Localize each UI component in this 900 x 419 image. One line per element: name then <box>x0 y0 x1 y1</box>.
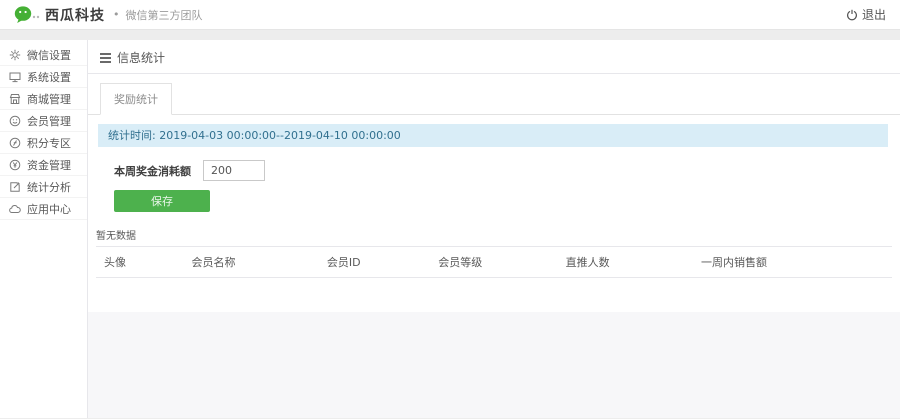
bonus-form-row: 本周奖金消耗额 <box>114 160 900 181</box>
statistics-period-infobar: 统计时间: 2019-04-03 00:00:00--2019-04-10 00… <box>98 124 888 147</box>
col-header-member-id: 会员ID <box>318 246 431 278</box>
sidebar-item-member-management[interactable]: 会员管理 <box>0 110 87 132</box>
sidebar-item-label: 积分专区 <box>27 136 71 150</box>
member-icon <box>9 115 21 127</box>
sidebar-item-label: 商城管理 <box>27 92 71 106</box>
sidebar-item-statistics[interactable]: 统计分析 <box>0 176 87 198</box>
col-header-member-name: 会员名称 <box>183 246 319 278</box>
sidebar-item-wechat-settings[interactable]: 微信设置 <box>0 44 87 66</box>
col-header-avatar: 头像 <box>96 246 184 278</box>
brand: 西瓜科技 • 微信第三方团队 <box>14 5 203 25</box>
brand-separator: • <box>113 8 120 21</box>
member-stats-table: 头像 会员名称 会员ID 会员等级 直推人数 一周内销售额 <box>96 246 892 278</box>
sidebar-item-label: 微信设置 <box>27 48 71 62</box>
tab-reward-statistics[interactable]: 奖励统计 <box>100 83 172 115</box>
brand-subtitle: 微信第三方团队 <box>125 8 203 22</box>
desktop-icon <box>9 71 21 83</box>
page-title: 信息统计 <box>117 51 166 65</box>
points-icon <box>9 137 21 149</box>
col-header-member-level: 会员等级 <box>430 246 558 278</box>
sidebar-item-funds-management[interactable]: 资金管理 <box>0 154 87 176</box>
sidebar-item-label: 应用中心 <box>27 202 71 216</box>
bonus-field-label: 本周奖金消耗额 <box>114 164 191 178</box>
page-title-bar: 信息统计 <box>88 40 900 74</box>
col-header-weekly-sales: 一周内销售额 <box>692 246 892 278</box>
gear-icon <box>9 49 21 61</box>
logout-label: 退出 <box>861 8 886 22</box>
cloud-icon <box>9 203 21 215</box>
wechat-logo-icon <box>14 5 40 25</box>
power-icon <box>846 9 858 21</box>
list-icon <box>100 51 111 65</box>
logout-button[interactable]: 退出 <box>846 6 886 23</box>
sidebar-item-label: 系统设置 <box>27 70 71 84</box>
col-header-direct-referrals: 直推人数 <box>557 246 693 278</box>
store-icon <box>9 93 21 105</box>
money-icon <box>9 159 21 171</box>
no-data-text: 暂无数据 <box>96 231 136 242</box>
sidebar-item-label: 统计分析 <box>27 180 71 194</box>
sidebar-item-app-center[interactable]: 应用中心 <box>0 198 87 220</box>
sidebar: 微信设置 系统设置 商城管理 会员管理 积分专区 资金管理 统计分析 应用中心 <box>0 40 88 418</box>
bonus-amount-input[interactable] <box>203 160 265 181</box>
stats-icon <box>9 181 21 193</box>
main-area: 信息统计 奖励统计 统计时间: 2019-04-03 00:00:00--201… <box>88 40 900 418</box>
table-header-row: 头像 会员名称 会员ID 会员等级 直推人数 一周内销售额 <box>96 246 892 278</box>
page-layout: 微信设置 系统设置 商城管理 会员管理 积分专区 资金管理 统计分析 应用中心 … <box>0 40 900 418</box>
tab-bar: 奖励统计 <box>88 74 900 115</box>
sidebar-item-label: 资金管理 <box>27 158 71 172</box>
sidebar-item-mall-management[interactable]: 商城管理 <box>0 88 87 110</box>
content-card: 信息统计 奖励统计 统计时间: 2019-04-03 00:00:00--201… <box>88 40 900 312</box>
sidebar-item-system-settings[interactable]: 系统设置 <box>0 66 87 88</box>
sidebar-item-label: 会员管理 <box>27 114 71 128</box>
save-button[interactable]: 保存 <box>114 190 210 212</box>
brand-title: 西瓜科技 <box>45 7 105 24</box>
sidebar-item-points-zone[interactable]: 积分专区 <box>0 132 87 154</box>
app-header: 西瓜科技 • 微信第三方团队 退出 <box>0 0 900 30</box>
